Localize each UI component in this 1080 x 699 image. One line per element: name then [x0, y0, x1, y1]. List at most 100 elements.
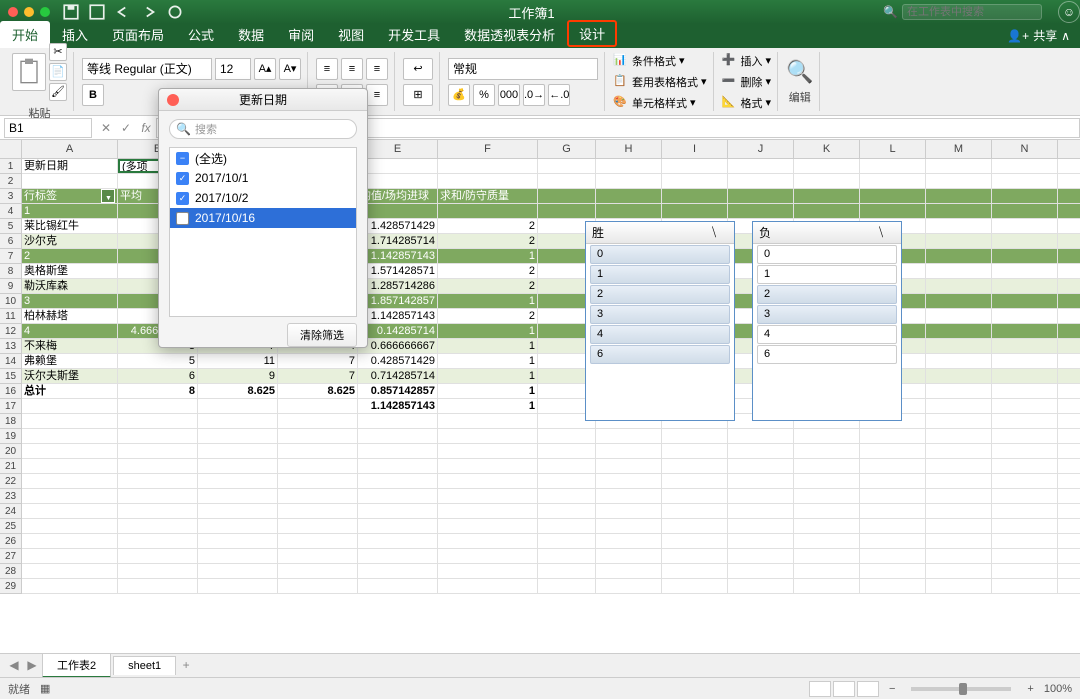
sheet-tab[interactable]: 工作表2	[42, 653, 111, 678]
cell[interactable]	[438, 519, 538, 533]
cell[interactable]	[538, 459, 596, 473]
cell[interactable]	[278, 519, 358, 533]
sheet-nav-prev-icon[interactable]: ◀	[6, 658, 22, 674]
cell[interactable]	[794, 159, 860, 173]
conditional-format-button[interactable]: 📊条件格式 ▾	[613, 52, 707, 69]
font-name-select[interactable]: 等线 Regular (正文)	[82, 58, 212, 80]
cell[interactable]	[198, 534, 278, 548]
cell[interactable]	[860, 429, 926, 443]
cell[interactable]	[438, 459, 538, 473]
slicer-item[interactable]: 6	[757, 345, 897, 364]
tab-pivot-analyze[interactable]: 数据透视表分析	[452, 21, 567, 48]
table-format-button[interactable]: 📋套用表格格式 ▾	[613, 73, 707, 90]
cell[interactable]	[118, 579, 198, 593]
cell[interactable]: 总计	[22, 384, 118, 398]
cell[interactable]	[860, 579, 926, 593]
cell[interactable]	[118, 459, 198, 473]
checkbox-icon[interactable]: −	[176, 152, 189, 165]
cell[interactable]	[992, 339, 1058, 353]
row-header[interactable]: 27	[0, 549, 22, 564]
filter-item[interactable]: ✓2017/10/2	[170, 188, 356, 208]
cell[interactable]	[992, 294, 1058, 308]
cell[interactable]	[992, 534, 1058, 548]
cell[interactable]	[358, 429, 438, 443]
cell[interactable]: 7	[278, 354, 358, 368]
slicer[interactable]: 胜⧹012346	[585, 221, 735, 421]
cell[interactable]	[926, 189, 992, 203]
cell[interactable]	[992, 579, 1058, 593]
cell[interactable]	[992, 459, 1058, 473]
cell[interactable]	[926, 309, 992, 323]
cell[interactable]	[538, 549, 596, 563]
cell[interactable]: 1.142857143	[358, 399, 438, 413]
cell[interactable]: 9	[198, 369, 278, 383]
popup-search[interactable]: 🔍 搜索	[169, 119, 357, 139]
row-header[interactable]: 2	[0, 174, 22, 189]
cell[interactable]	[278, 504, 358, 518]
cell[interactable]	[118, 564, 198, 578]
cell[interactable]	[538, 159, 596, 173]
filter-item[interactable]: 2017/10/16	[170, 208, 356, 228]
cell[interactable]: 2	[438, 309, 538, 323]
cell[interactable]: 1	[438, 249, 538, 263]
cell[interactable]	[662, 429, 728, 443]
comma-icon[interactable]: 000	[498, 84, 520, 106]
cell[interactable]	[926, 279, 992, 293]
row-header[interactable]: 13	[0, 339, 22, 354]
cell[interactable]	[992, 564, 1058, 578]
cell[interactable]	[358, 204, 438, 218]
cell[interactable]	[926, 159, 992, 173]
slicer-item[interactable]: 0	[590, 245, 730, 264]
slicer-item[interactable]: 3	[757, 305, 897, 324]
cell[interactable]	[992, 384, 1058, 398]
cell[interactable]	[662, 534, 728, 548]
tab-formulas[interactable]: 公式	[176, 21, 226, 48]
cell[interactable]	[728, 549, 794, 563]
tab-design[interactable]: 设计	[567, 20, 617, 47]
cell[interactable]	[926, 399, 992, 413]
column-header[interactable]: A	[22, 140, 118, 158]
cell[interactable]	[992, 219, 1058, 233]
feedback-icon[interactable]: ☺	[1058, 1, 1080, 23]
row-header[interactable]: 25	[0, 519, 22, 534]
tab-review[interactable]: 审阅	[276, 21, 326, 48]
cell[interactable]: 1.428571429	[358, 219, 438, 233]
cell[interactable]	[926, 219, 992, 233]
cell[interactable]	[728, 564, 794, 578]
cell[interactable]	[538, 579, 596, 593]
column-header[interactable]: F	[438, 140, 538, 158]
column-header[interactable]: E	[358, 140, 438, 158]
merge-icon[interactable]: ⊞	[403, 84, 433, 106]
row-header[interactable]: 20	[0, 444, 22, 459]
cell[interactable]	[22, 399, 118, 413]
cell[interactable]	[662, 549, 728, 563]
checkbox-icon[interactable]: ✓	[176, 192, 189, 205]
cell[interactable]	[728, 504, 794, 518]
column-header[interactable]: M	[926, 140, 992, 158]
cell[interactable]: 7	[278, 369, 358, 383]
tab-page-layout[interactable]: 页面布局	[100, 21, 176, 48]
row-header[interactable]: 21	[0, 459, 22, 474]
column-header[interactable]: L	[860, 140, 926, 158]
cell[interactable]	[794, 204, 860, 218]
popup-close-icon[interactable]	[167, 94, 179, 106]
cell[interactable]	[860, 174, 926, 188]
cell[interactable]	[860, 204, 926, 218]
select-all-corner[interactable]	[0, 140, 22, 158]
cell[interactable]	[992, 249, 1058, 263]
row-header[interactable]: 1	[0, 159, 22, 174]
cell[interactable]	[794, 534, 860, 548]
cell[interactable]	[438, 549, 538, 563]
cell[interactable]	[596, 564, 662, 578]
cell[interactable]	[198, 519, 278, 533]
align-right-icon[interactable]: ≡	[366, 84, 388, 106]
cell[interactable]	[438, 474, 538, 488]
row-header[interactable]: 8	[0, 264, 22, 279]
filter-item[interactable]: ✓2017/10/1	[170, 168, 356, 188]
filter-item[interactable]: −(全选)	[170, 148, 356, 168]
cell[interactable]	[118, 534, 198, 548]
cell[interactable]	[198, 399, 278, 413]
cell[interactable]	[198, 489, 278, 503]
cell[interactable]	[538, 429, 596, 443]
cell[interactable]: 1	[438, 324, 538, 338]
